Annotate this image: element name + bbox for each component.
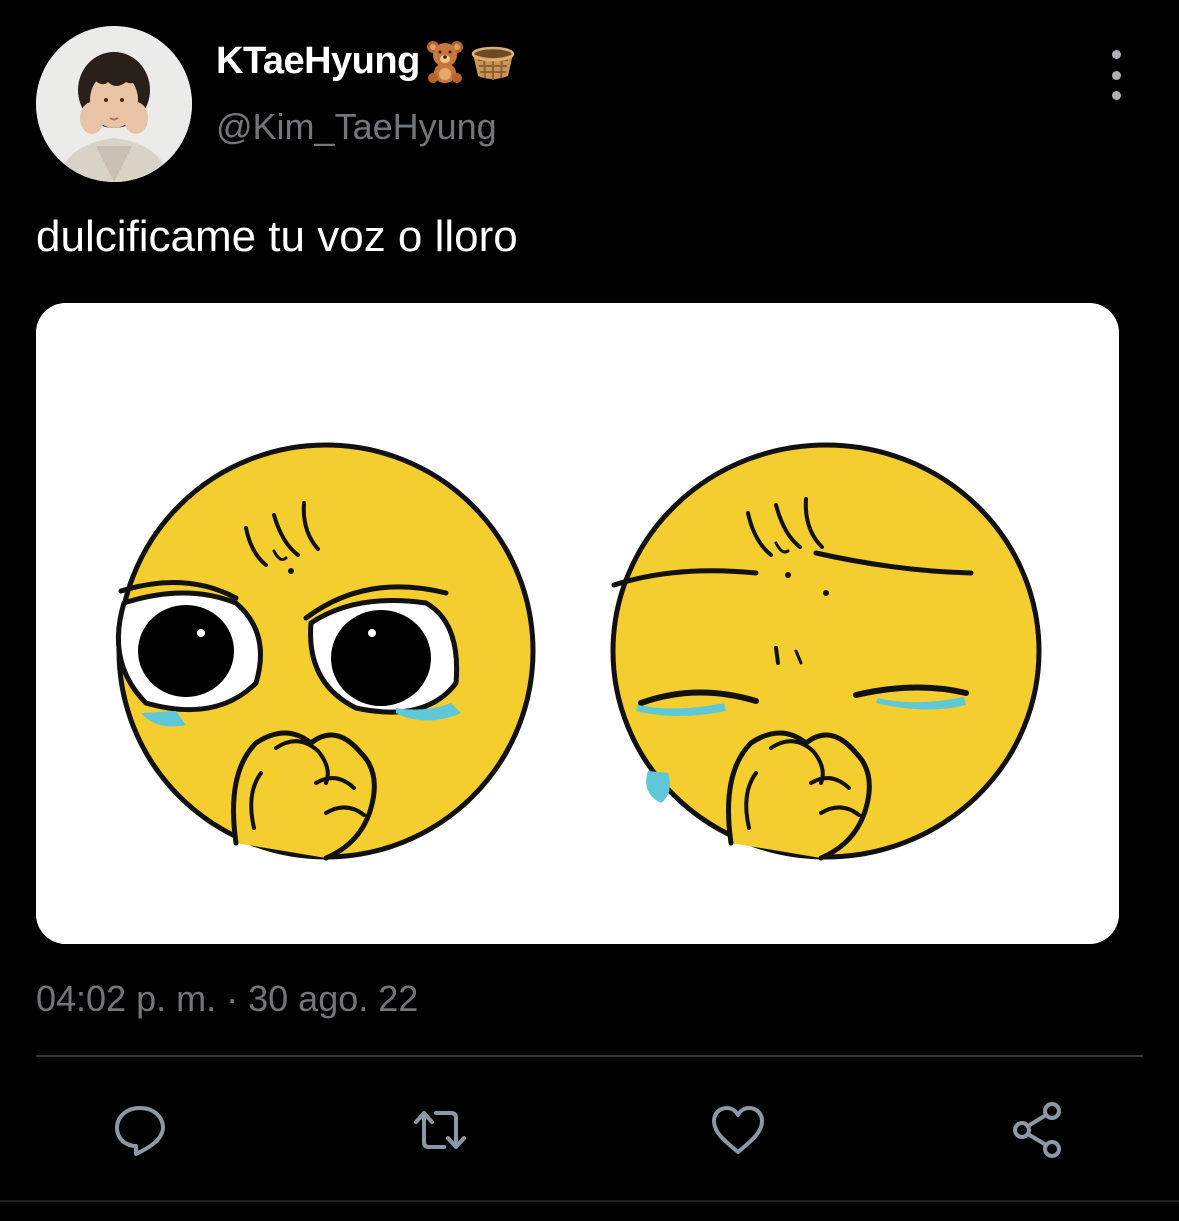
author-name-text[interactable]: KTaeHyung: [216, 40, 420, 83]
more-dot-icon: [1111, 91, 1121, 100]
tweet-time: 04:02 p. m.: [36, 978, 217, 1019]
avatar[interactable]: [36, 26, 192, 182]
bottom-divider: [0, 1200, 1179, 1202]
reply-button[interactable]: [110, 1100, 170, 1160]
right-crying-face: [610, 442, 1042, 861]
crying-emoji-meme-image: [36, 303, 1119, 944]
retweet-icon: [414, 1111, 466, 1149]
more-dot-icon: [1111, 70, 1121, 80]
author-handle[interactable]: @Kim_TaeHyung: [216, 106, 497, 148]
basket-icon: [470, 38, 516, 84]
share-button[interactable]: [1008, 1100, 1068, 1160]
teddy-bear-icon: [422, 38, 468, 84]
heart-icon: [712, 1106, 764, 1154]
reply-icon: [115, 1106, 165, 1156]
more-options-button[interactable]: [1096, 50, 1136, 100]
avatar-photo: [36, 26, 192, 182]
like-button[interactable]: [708, 1100, 768, 1160]
tweet-text: dulcificame tu voz o lloro: [36, 212, 518, 261]
more-dot-icon: [1111, 50, 1121, 59]
tweet-date: 30 ago. 22: [248, 978, 419, 1019]
share-icon: [1013, 1102, 1061, 1158]
retweet-button[interactable]: [410, 1100, 470, 1160]
author-display-name[interactable]: KTaeHyung: [216, 38, 516, 84]
tweet-timestamp[interactable]: 04:02 p. m. · 30 ago. 22: [36, 978, 418, 1020]
tweet-media-image[interactable]: [36, 303, 1119, 944]
tweet-detail: KTaeHyung @Kim_TaeHyung dulcificame tu v…: [0, 0, 1179, 1221]
divider: [36, 1055, 1143, 1057]
left-crying-face: [115, 442, 536, 861]
timestamp-separator: ·: [226, 978, 239, 1019]
